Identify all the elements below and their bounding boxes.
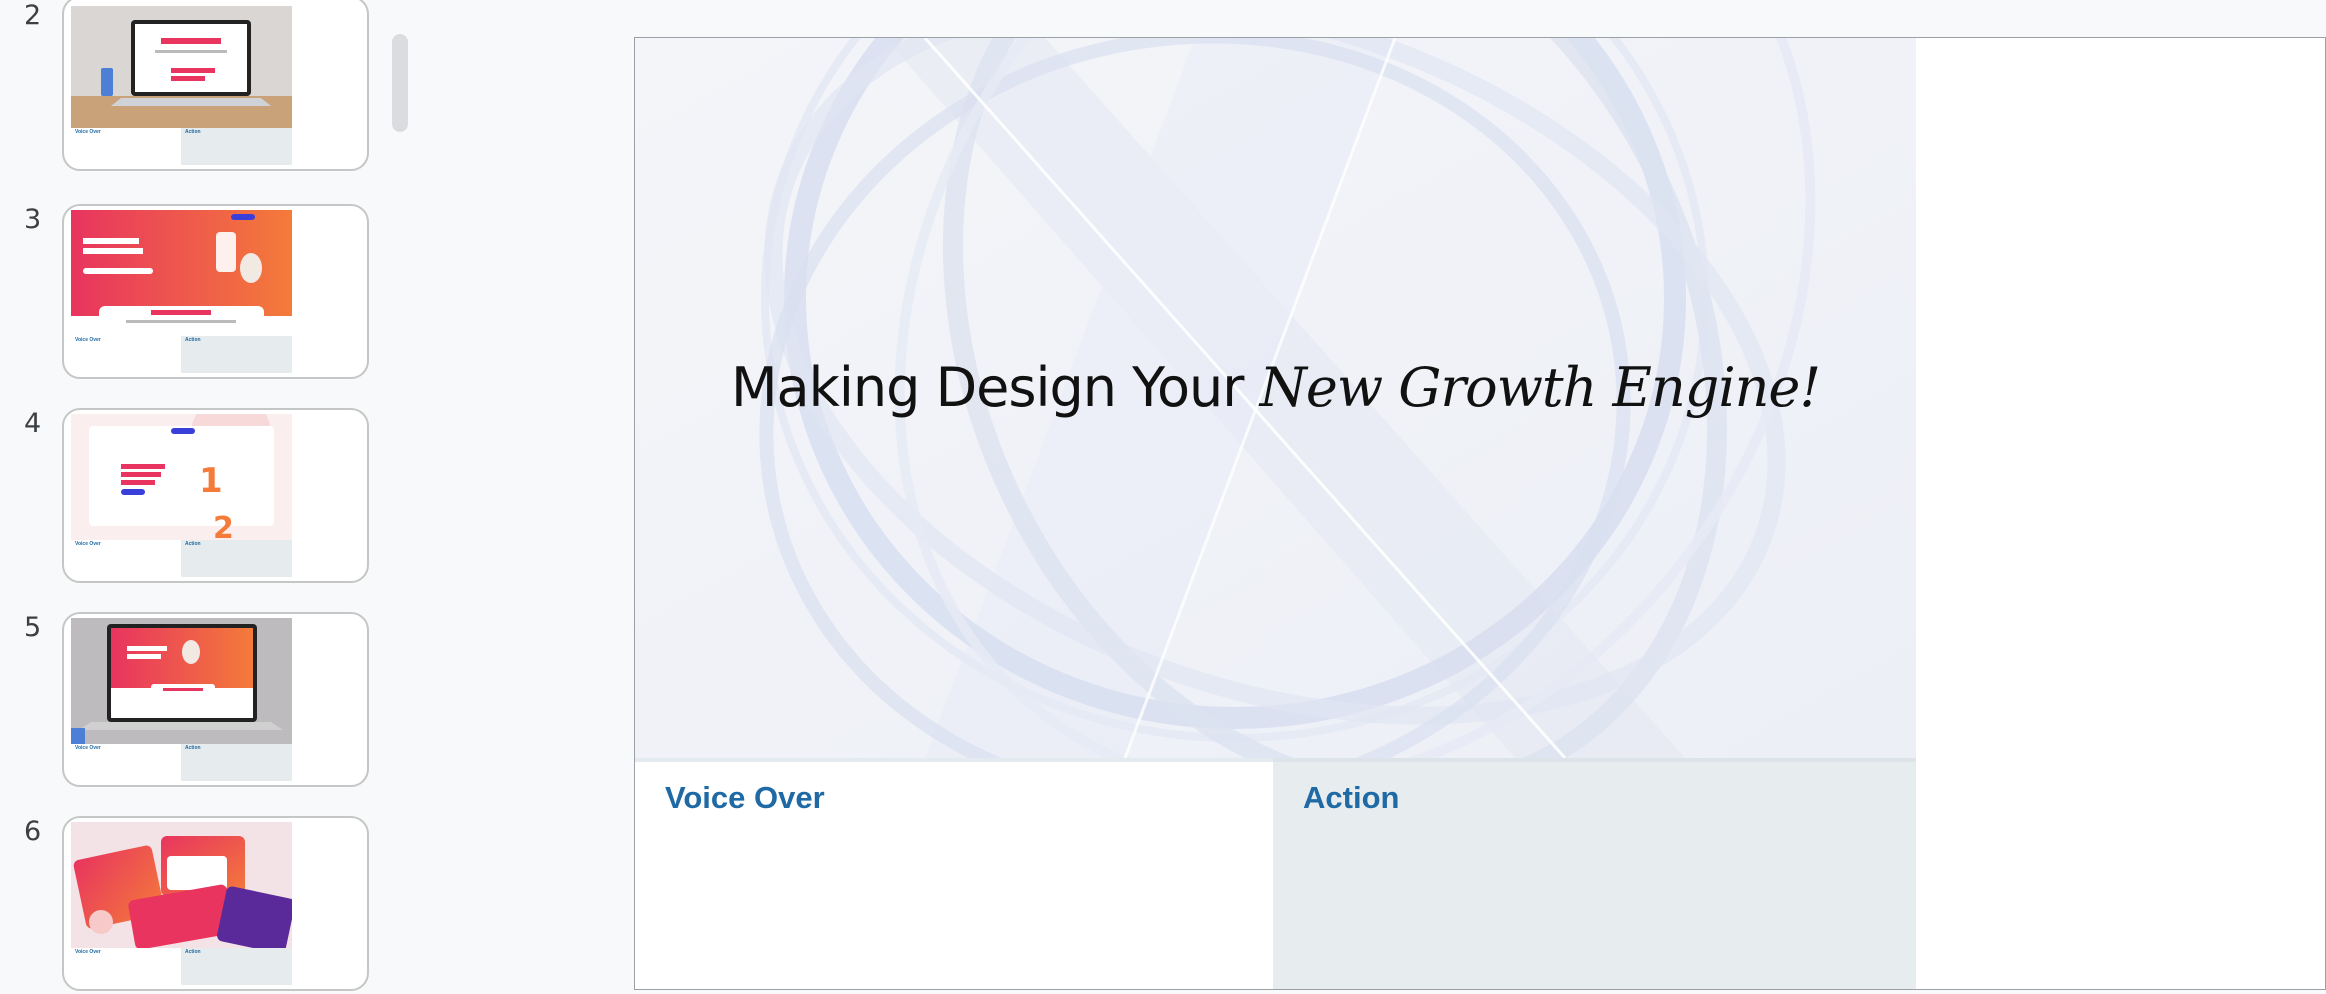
thumbnail-action: Action	[181, 948, 292, 985]
slide-thumbnail[interactable]: Voice Over Action	[62, 204, 369, 379]
thumbnail-voice-over: Voice Over	[71, 948, 181, 985]
thumbnail-voice-over-label: Voice Over	[75, 745, 101, 751]
action-panel[interactable]: Action	[1273, 758, 1916, 989]
thumbnail-action: Action	[181, 336, 292, 373]
thumbnail-action: Action	[181, 744, 292, 781]
thumbnail-image	[71, 210, 292, 336]
slide-thumbnail[interactable]: Voice Over Action	[62, 0, 369, 171]
thumbnail-image: 1 2	[71, 414, 292, 540]
slide-thumbnail[interactable]: Voice Over Action	[62, 816, 369, 991]
filmstrip-scrollbar-thumb[interactable]	[392, 34, 408, 132]
filmstrip-slide-3[interactable]: 3 Voice Over Action	[0, 204, 400, 382]
thumbnail-action-label: Action	[185, 745, 201, 751]
thumbnail-voice-over-label: Voice Over	[75, 541, 101, 547]
thumbnail-action-label: Action	[185, 129, 201, 135]
thumbnail-voice-over-label: Voice Over	[75, 949, 101, 955]
thumbnail-voice-over: Voice Over	[71, 744, 181, 781]
slide-number: 4	[24, 408, 42, 439]
thumbnail-voice-over-label: Voice Over	[75, 129, 101, 135]
action-label: Action	[1303, 780, 1400, 815]
current-slide[interactable]: Making Design Your New Growth Engine! Vo…	[635, 38, 1916, 989]
thumbnail-action-label: Action	[185, 541, 201, 547]
slide-number: 5	[24, 612, 42, 643]
headline-italic-text: New Growth Engine!	[1259, 356, 1821, 419]
slide-number: 3	[24, 204, 42, 235]
slide-thumbnail[interactable]: 1 2 Voice Over Action	[62, 408, 369, 583]
filmstrip-slide-2[interactable]: 2 Voice Over Action	[0, 0, 400, 178]
thumbnail-image	[71, 6, 292, 132]
voice-over-panel[interactable]: Voice Over	[635, 758, 1273, 989]
voice-over-label: Voice Over	[665, 780, 825, 815]
thumbnail-voice-over: Voice Over	[71, 336, 181, 373]
filmstrip-slide-5[interactable]: 5 Voice Over Action	[0, 612, 400, 790]
thumbnail-action-label: Action	[185, 949, 201, 955]
thumbnail-voice-over: Voice Over	[71, 128, 181, 165]
thumbnail-action: Action	[181, 128, 292, 165]
slide-hero-image: Making Design Your New Growth Engine!	[635, 38, 1916, 758]
svg-text:1: 1	[199, 461, 223, 501]
svg-text:2: 2	[213, 511, 234, 540]
slide-number: 6	[24, 816, 42, 847]
headline-plain-text: Making Design Your	[730, 356, 1260, 419]
thumbnail-voice-over-label: Voice Over	[75, 337, 101, 343]
thumbnail-voice-over: Voice Over	[71, 540, 181, 577]
slide-headline: Making Design Your New Growth Engine!	[635, 356, 1916, 419]
thumbnail-action: Action	[181, 540, 292, 577]
filmstrip-slide-4[interactable]: 4 1 2 Voice Over Action	[0, 408, 400, 586]
slide-filmstrip: 2 Voice Over Action 3 Voice Over Action …	[0, 0, 400, 994]
thumbnail-image	[71, 822, 292, 948]
slide-number: 2	[24, 0, 42, 31]
thumbnail-action-label: Action	[185, 337, 201, 343]
slide-thumbnail[interactable]: Voice Over Action	[62, 612, 369, 787]
filmstrip-slide-6[interactable]: 6 Voice Over Action	[0, 816, 400, 994]
thumbnail-image	[71, 618, 292, 744]
